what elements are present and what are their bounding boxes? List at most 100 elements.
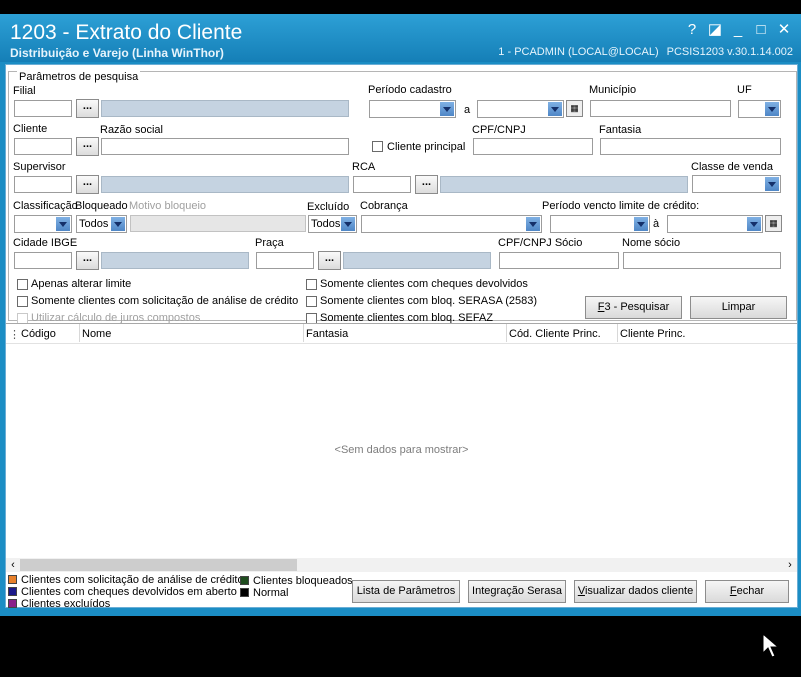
periodo-inicio-select[interactable]: [369, 100, 456, 118]
col-codigo[interactable]: Código: [21, 328, 56, 340]
integracao-serasa-button[interactable]: Integração Serasa: [468, 580, 566, 603]
scroll-left-icon[interactable]: ‹: [7, 558, 19, 572]
filial-input[interactable]: [14, 100, 72, 117]
legend-swatch: [8, 575, 17, 584]
fantasia-input[interactable]: [600, 138, 781, 155]
supervisor-lookup-button[interactable]: ...: [76, 175, 99, 194]
fantasia-label: Fantasia: [599, 124, 642, 136]
cpf-cnpj-socio-label: CPF/CNPJ Sócio: [498, 237, 583, 249]
periodo-fim-select[interactable]: [477, 100, 564, 118]
classificacao-select[interactable]: [14, 215, 72, 233]
filial-lookup-button[interactable]: ...: [76, 99, 99, 118]
nome-socio-input[interactable]: [623, 252, 781, 269]
motivo-bloqueio-label: Motivo bloqueio: [129, 200, 207, 212]
cheques-label: Somente clientes com cheques devolvidos: [320, 278, 528, 290]
visualizar-cliente-button[interactable]: Visualizar dados cliente: [574, 580, 697, 603]
col-divider: [303, 324, 304, 342]
maximize-icon[interactable]: □: [752, 21, 770, 39]
legend-excluidos: Clientes excluídos: [8, 598, 110, 610]
cliente-principal-label: Cliente principal: [387, 141, 466, 153]
close-icon[interactable]: ✕: [775, 21, 793, 39]
window-title: 1203 - Extrato do Cliente: [10, 21, 243, 44]
cidade-ibge-input[interactable]: [14, 252, 72, 269]
supervisor-label: Supervisor: [13, 161, 66, 173]
praca-lookup-button[interactable]: ...: [318, 251, 341, 270]
cpf-cnpj-label: CPF/CNPJ: [472, 124, 526, 136]
cpf-cnpj-input[interactable]: [473, 138, 593, 155]
periodo-cadastro-label: Período cadastro: [368, 84, 452, 96]
uf-label: UF: [737, 84, 752, 96]
legend-label: Clientes excluídos: [21, 598, 111, 610]
help-icon[interactable]: ?: [683, 21, 701, 39]
cobranca-label: Cobrança: [360, 200, 408, 212]
rca-desc: [440, 176, 688, 193]
version-label: PCSIS1203 v.30.1.14.002: [666, 46, 793, 58]
supervisor-input[interactable]: [14, 176, 72, 193]
rca-label: RCA: [352, 161, 376, 173]
praca-desc: [343, 252, 491, 269]
serasa-checkbox[interactable]: [306, 296, 317, 307]
cheques-checkbox[interactable]: [306, 279, 317, 290]
solicitacao-checkbox[interactable]: [17, 296, 28, 307]
cliente-principal-checkbox[interactable]: [372, 141, 383, 152]
classificacao-label: Classificação: [13, 200, 78, 212]
empty-message: <Sem dados para mostrar>: [334, 444, 469, 456]
col-cliente-princ[interactable]: Cliente Princ.: [620, 328, 685, 340]
minimize-icon[interactable]: _: [729, 21, 747, 39]
lista-parametros-button[interactable]: Lista de Parâmetros: [352, 580, 460, 603]
restore-icon[interactable]: ◪: [706, 21, 724, 39]
vencto-fim-select[interactable]: [667, 215, 763, 233]
col-cod-cliente-princ[interactable]: Cód. Cliente Princ.: [509, 328, 601, 340]
legend-label: Clientes bloqueados: [253, 575, 353, 587]
horizontal-scrollbar[interactable]: ‹ ›: [6, 558, 797, 572]
pesquisar-button[interactable]: F3 - Pesquisar: [585, 296, 682, 319]
legend-cheques: Clientes com cheques devolvidos em abert…: [8, 586, 237, 598]
legend-normal: Normal: [240, 587, 288, 599]
vencto-inicio-select[interactable]: [550, 215, 650, 233]
apenas-alterar-checkbox[interactable]: [17, 279, 28, 290]
excluido-select[interactable]: Todos: [308, 215, 357, 233]
title-bar: 1203 - Extrato do Cliente Distribuição e…: [0, 14, 801, 62]
cidade-lookup-button[interactable]: ...: [76, 251, 99, 270]
legend-solicitacao: Clientes com solicitação de análise de c…: [8, 574, 244, 586]
grid-menu-icon[interactable]: ⋮: [9, 328, 20, 341]
razao-social-input[interactable]: [101, 138, 349, 155]
fechar-button[interactable]: Fechar: [705, 580, 789, 603]
scroll-thumb[interactable]: [20, 559, 297, 571]
bloqueado-select[interactable]: Todos: [76, 215, 127, 233]
razao-social-label: Razão social: [100, 124, 163, 136]
legend-swatch: [240, 576, 249, 585]
legend-swatch: [8, 599, 17, 608]
scroll-right-icon[interactable]: ›: [784, 558, 796, 572]
classe-venda-select[interactable]: [692, 175, 781, 193]
praca-input[interactable]: [256, 252, 314, 269]
cobranca-select[interactable]: [361, 215, 542, 233]
rca-lookup-button[interactable]: ...: [415, 175, 438, 194]
cpf-cnpj-socio-input[interactable]: [499, 252, 619, 269]
motivo-bloqueio-input: [130, 215, 306, 232]
col-fantasia[interactable]: Fantasia: [306, 328, 348, 340]
bloqueado-label: Bloqueado: [75, 200, 128, 212]
results-grid[interactable]: ⋮ Código Nome Fantasia Cód. Cliente Prin…: [6, 323, 797, 573]
user-info: 1 - PCADMIN (LOCAL@LOCAL) PCSIS1203 v.30.…: [490, 46, 793, 58]
excluido-label: Excluído: [307, 201, 350, 213]
chevron-down-icon: [341, 217, 355, 231]
rca-input[interactable]: [353, 176, 411, 193]
col-nome[interactable]: Nome: [82, 328, 111, 340]
municipio-input[interactable]: [590, 100, 731, 117]
uf-select[interactable]: [738, 100, 781, 118]
periodo-vencto-label: Período vencto limite de crédito:: [542, 200, 700, 212]
legend-label: Normal: [253, 587, 289, 599]
legend-swatch: [8, 587, 17, 596]
cidade-ibge-label: Cidade IBGE: [13, 237, 78, 249]
cidade-desc: [101, 252, 249, 269]
cliente-input[interactable]: [14, 138, 72, 155]
calendar-icon[interactable]: ▦: [566, 100, 583, 117]
chevron-down-icon: [440, 102, 454, 116]
cliente-lookup-button[interactable]: ...: [76, 137, 99, 156]
limpar-button[interactable]: Limpar: [690, 296, 787, 319]
calendar-icon[interactable]: ▦: [765, 215, 782, 232]
col-divider: [506, 324, 507, 342]
periodo-a-label: a: [464, 104, 471, 116]
group-title: Parâmetros de pesquisa: [17, 71, 141, 83]
